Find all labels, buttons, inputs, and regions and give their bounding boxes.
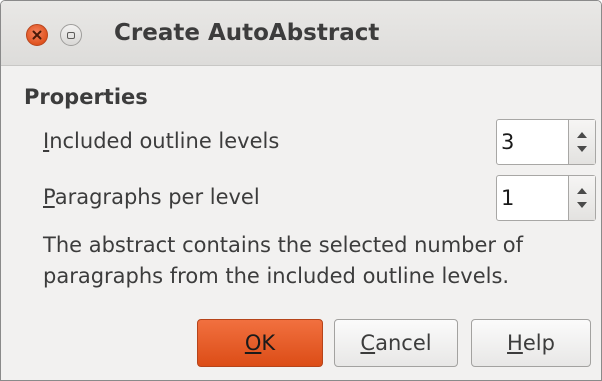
paragraphs-per-level-label-text: aragraphs per level [54, 185, 260, 209]
ok-button[interactable]: OK [197, 319, 323, 367]
description-line-2: paragraphs from the included outline lev… [43, 264, 510, 288]
arrow-up-icon[interactable] [577, 188, 587, 194]
paragraphs-per-level-spinbox[interactable]: 1 [496, 175, 596, 221]
create-autoabstract-dialog: Create AutoAbstract Properties Included … [0, 0, 602, 381]
title-bar[interactable]: Create AutoAbstract [1, 1, 601, 66]
cancel-mnemonic: C [360, 331, 376, 355]
outline-levels-label: Included outline levels [43, 129, 279, 153]
maximize-button[interactable] [60, 24, 82, 46]
outline-levels-spin-buttons[interactable] [568, 120, 595, 164]
outline-levels-value[interactable]: 3 [501, 130, 514, 154]
close-icon [32, 30, 42, 40]
outline-levels-label-text: ncluded outline levels [49, 129, 280, 153]
paragraphs-per-level-spin-buttons[interactable] [568, 176, 595, 220]
paragraphs-per-level-mnemonic: P [43, 185, 55, 209]
help-label: elp [522, 331, 555, 355]
window-title: Create AutoAbstract [114, 20, 380, 46]
paragraphs-per-level-label: Paragraphs per level [43, 185, 260, 209]
paragraphs-per-level-value[interactable]: 1 [501, 186, 514, 210]
properties-heading: Properties [24, 85, 148, 109]
close-button[interactable] [26, 24, 48, 46]
help-button[interactable]: Help [471, 319, 591, 367]
cancel-label: ancel [375, 331, 432, 355]
arrow-down-icon[interactable] [577, 202, 587, 208]
cancel-button[interactable]: Cancel [334, 319, 458, 367]
help-mnemonic: H [507, 331, 523, 355]
arrow-up-icon[interactable] [577, 132, 587, 138]
maximize-icon [67, 31, 75, 39]
ok-mnemonic: O [244, 331, 262, 355]
description-text: The abstract contains the selected numbe… [43, 230, 588, 292]
description-line-1: The abstract contains the selected numbe… [43, 233, 523, 257]
arrow-down-icon[interactable] [577, 146, 587, 152]
ok-label: K [261, 331, 276, 355]
outline-levels-spinbox[interactable]: 3 [496, 119, 596, 165]
